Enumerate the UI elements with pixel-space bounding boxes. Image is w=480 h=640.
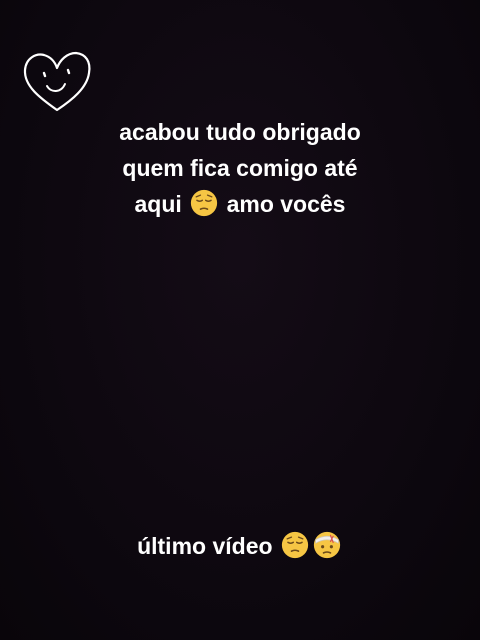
pensive-face-emoji-icon bbox=[281, 531, 309, 559]
caption-line-3: aqui amo vocês bbox=[60, 186, 420, 222]
caption-line-1: acabou tudo obrigado bbox=[119, 119, 361, 145]
smiling-heart-doodle-icon bbox=[23, 51, 91, 112]
caption-line-2: quem fica comigo até bbox=[122, 155, 358, 181]
caption-text: acabou tudo obrigado quem fica comigo at… bbox=[60, 114, 420, 222]
video-frame: acabou tudo obrigado quem fica comigo at… bbox=[0, 0, 480, 640]
caption-line-3-start: aqui bbox=[134, 191, 182, 217]
footer-caption: último vídeo bbox=[60, 528, 420, 564]
caption-line-3-end: amo vocês bbox=[226, 191, 346, 217]
pensive-face-emoji-icon bbox=[191, 189, 218, 217]
head-bandage-emoji-icon bbox=[313, 531, 341, 559]
footer-text: último vídeo bbox=[137, 533, 273, 559]
